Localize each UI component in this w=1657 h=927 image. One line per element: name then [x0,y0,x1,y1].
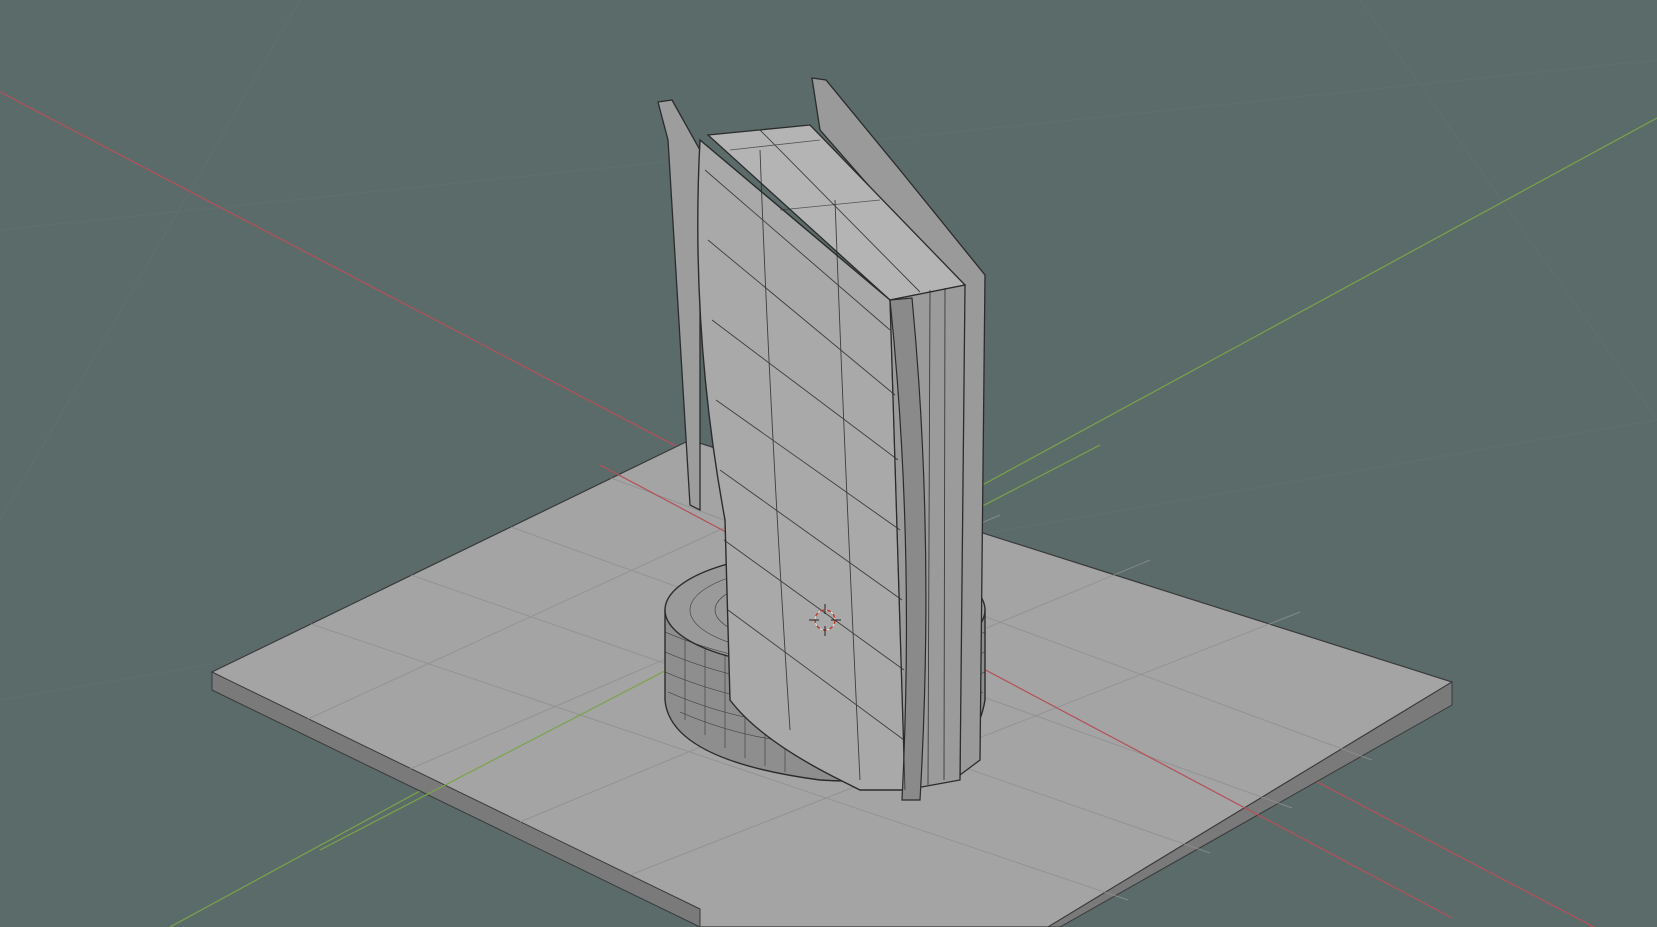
viewport-canvas[interactable] [0,0,1657,927]
3d-viewport[interactable] [0,0,1657,927]
